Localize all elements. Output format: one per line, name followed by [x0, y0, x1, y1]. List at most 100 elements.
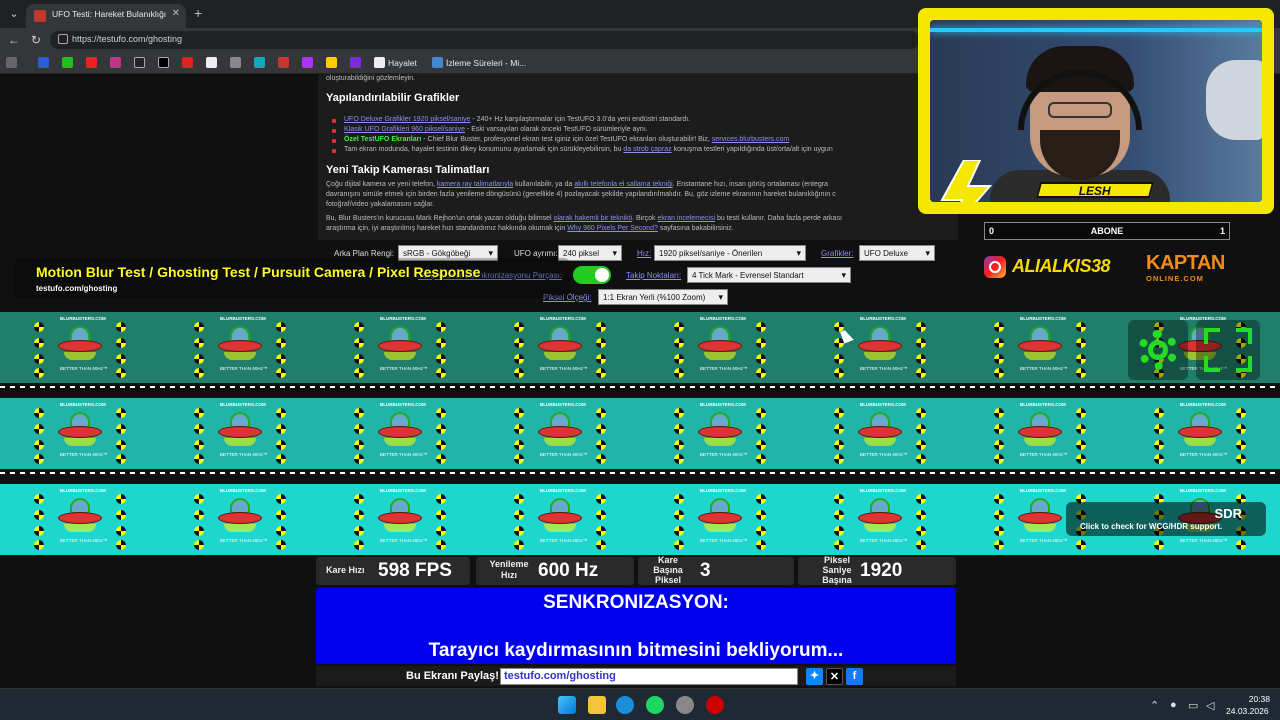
ufo-beam: [64, 524, 96, 532]
start-windows-icon[interactable]: [558, 696, 576, 714]
apps-icon[interactable]: [6, 57, 17, 68]
ufo-disc: [58, 426, 102, 438]
link-why-960[interactable]: Why 960 Pixels Per Second?: [567, 225, 658, 232]
text: . Enstantane hızı, insan görüş ortalamas…: [672, 181, 828, 188]
ufo-disc: [218, 512, 262, 524]
tray-chevron-icon[interactable]: ⌃: [1150, 699, 1159, 712]
bookmark-tiktok-icon[interactable]: [134, 57, 145, 68]
fullscreen-button[interactable]: [1196, 320, 1260, 380]
link-peer-reviewed[interactable]: olarak hakemli bir teknikti: [554, 215, 633, 222]
tick-mark-icon: [436, 368, 446, 378]
url-field[interactable]: https://testufo.com/ghosting: [50, 31, 920, 49]
ufo-tagline: BETTER THAN 60Hz™: [220, 452, 268, 457]
clock-date[interactable]: 24.03.2026: [1226, 706, 1269, 716]
tick-mark-icon: [1076, 424, 1086, 434]
tick-mark-icon: [994, 494, 1004, 504]
bookmark-red-icon[interactable]: [182, 57, 193, 68]
tick-mark-icon: [674, 440, 684, 450]
pixel-scale-select[interactable]: 1:1 Ekran Yerli (%100 Zoom): [598, 289, 728, 305]
microphone-icon[interactable]: ●: [1170, 699, 1177, 711]
tick-mark-icon: [194, 408, 204, 418]
bookmark-kick-icon[interactable]: [62, 57, 73, 68]
network-icon[interactable]: ▭: [1188, 699, 1198, 712]
close-icon[interactable]: ✕: [172, 8, 180, 19]
tick-mark-icon: [194, 424, 204, 434]
sdr-hdr-check-button[interactable]: SDR Click to check for WCG/HDR support.: [1066, 502, 1266, 536]
reload-icon[interactable]: ↻: [28, 32, 44, 48]
bookmark-hayalet-icon[interactable]: [374, 57, 385, 68]
bookmark-x-icon[interactable]: [158, 57, 169, 68]
link-classic-ufo[interactable]: Klasik UFO Grafikleri 960 piksel/saniye: [344, 126, 465, 133]
ufo-beam: [384, 352, 416, 360]
tick-mark-icon: [276, 424, 286, 434]
tick-mark-icon: [756, 338, 766, 348]
settings-gear-button[interactable]: [1128, 320, 1188, 380]
file-explorer-icon[interactable]: [588, 696, 606, 714]
bookmark-diamond-icon[interactable]: [206, 57, 217, 68]
bookmark-twitch-icon[interactable]: [350, 57, 361, 68]
link-ufo-deluxe[interactable]: UFO Deluxe Grafikler 1920 piksel/saniye: [344, 116, 470, 123]
bookmark-purple-icon[interactable]: [302, 57, 313, 68]
new-tab-button[interactable]: +: [194, 5, 202, 21]
tick-marks-label[interactable]: Takip Noktaları:: [626, 271, 681, 280]
spotify-icon[interactable]: [646, 696, 664, 714]
url-text: https://testufo.com/ghosting: [72, 34, 183, 44]
tick-marks-select[interactable]: 4 Tick Mark - Evrensel Standart: [687, 267, 851, 283]
x-share-icon[interactable]: ✕: [826, 668, 843, 685]
fullscreen-icon: [1236, 328, 1252, 344]
bookmark-teal-icon[interactable]: [254, 57, 265, 68]
chrome-icon[interactable]: [676, 696, 694, 714]
stat-label: Piksel: [654, 575, 682, 585]
text: kullanılabilir, ya da: [513, 181, 575, 188]
sync-track-toggle[interactable]: [573, 266, 611, 284]
share-url-field[interactable]: testufo.com/ghosting: [500, 668, 798, 685]
link-reviewers[interactable]: ekran incelemecisi: [657, 215, 715, 222]
ufo-sprite: BLURBUSTERS.COM BETTER THAN 60Hz™: [992, 402, 1088, 464]
tick-mark-icon: [994, 408, 1004, 418]
link-custom-screens[interactable]: Özel TestUFO Ekranları: [344, 136, 421, 143]
browser-tab[interactable]: UFO Testi: Hareket Bulanıklığı Testi ✕: [26, 4, 186, 28]
opera-icon[interactable]: [706, 696, 724, 714]
link-services[interactable]: services.blurbusters.com: [712, 136, 789, 143]
bookmark-izleme-icon[interactable]: [432, 57, 443, 68]
bookmark-red2-icon[interactable]: [278, 57, 289, 68]
share-label: Bu Ekranı Paylaş!: [406, 670, 499, 682]
ufo-beam: [224, 352, 256, 360]
eagle-poster: [1206, 60, 1262, 140]
graphics-label[interactable]: Grafikler:: [821, 249, 853, 258]
ufo-tagline: BETTER THAN 60Hz™: [380, 366, 428, 371]
tick-mark-icon: [116, 494, 126, 504]
tick-mark-icon: [116, 338, 126, 348]
gear-hole: [1148, 340, 1168, 360]
tick-mark-icon: [834, 540, 844, 550]
edge-browser-icon[interactable]: [616, 696, 634, 714]
bookmark-gray-icon[interactable]: [230, 57, 241, 68]
tick-mark-icon: [514, 424, 524, 434]
speed-select[interactable]: 1920 piksel/saniye - Önerilen: [654, 245, 806, 261]
bookmark-instagram-icon[interactable]: [110, 57, 121, 68]
link-strobe-crosstalk[interactable]: da strob çapraz: [623, 146, 671, 153]
banner-url[interactable]: testufo.com/ghosting: [36, 284, 117, 293]
back-arrow-icon[interactable]: ←: [6, 32, 22, 48]
tick-mark-icon: [116, 424, 126, 434]
tick-mark-icon: [1076, 454, 1086, 464]
speed-label[interactable]: Hız:: [637, 249, 651, 258]
tick-mark-icon: [1076, 354, 1086, 364]
site-info-icon[interactable]: [58, 34, 68, 44]
bookmark-izleme[interactable]: İzleme Süreleri - Mi...: [446, 58, 526, 68]
volume-icon[interactable]: ◁: [1206, 699, 1214, 712]
tick-mark-icon: [834, 526, 844, 536]
tick-mark-icon: [916, 368, 926, 378]
bookmark-r-icon[interactable]: [38, 57, 49, 68]
bookmark-youtube-icon[interactable]: [86, 57, 97, 68]
graphics-select[interactable]: UFO Deluxe: [859, 245, 935, 261]
link-smartphone-wave[interactable]: akıllı telefonla el sallama tekniği: [574, 181, 672, 188]
tick-mark-icon: [834, 368, 844, 378]
bluesky-share-icon[interactable]: ✦: [806, 668, 823, 685]
clock-time[interactable]: 20:38: [1240, 694, 1270, 704]
bookmark-hayalet[interactable]: Hayalet: [388, 58, 417, 68]
tab-search-icon[interactable]: ⌄: [6, 6, 22, 22]
link-camera-rail[interactable]: kamera ray talimatlarıyla: [437, 181, 513, 188]
facebook-share-icon[interactable]: f: [846, 668, 863, 685]
bookmark-yellow-icon[interactable]: [326, 57, 337, 68]
